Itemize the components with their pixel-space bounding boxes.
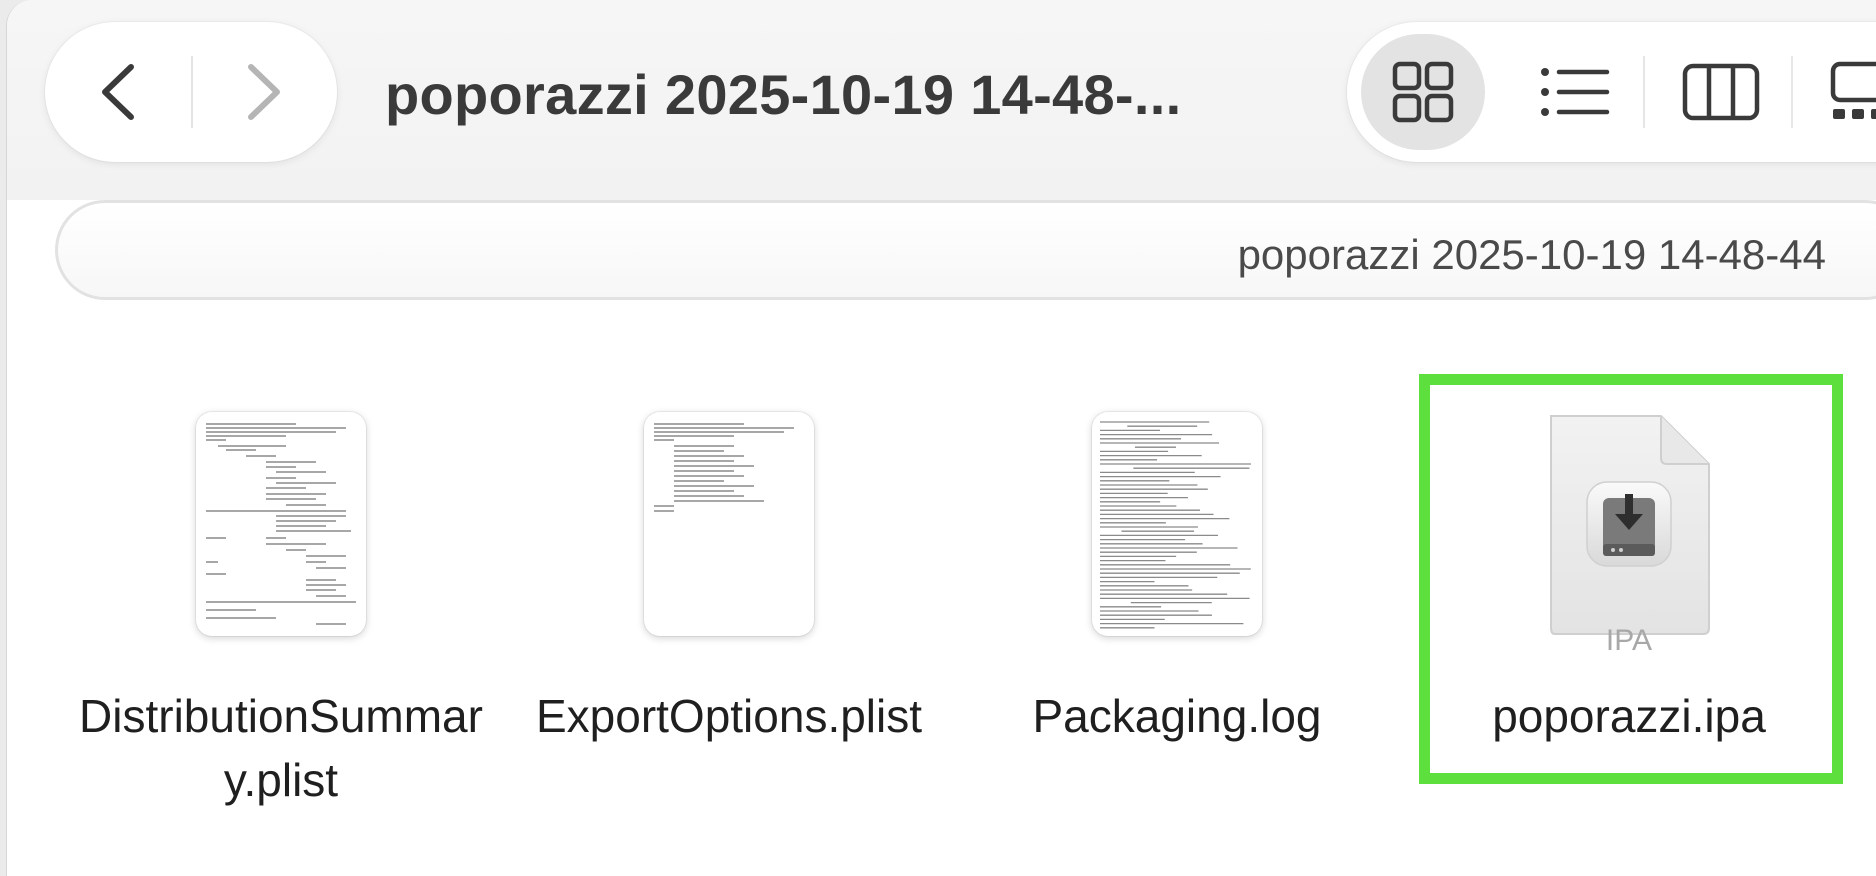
chevron-left-icon — [102, 64, 134, 120]
path-bar[interactable]: poporazzi 2025-10-19 14-48-44 — [55, 200, 1876, 300]
list-view-icon — [1541, 68, 1610, 116]
file-name: poporazzi.ipa — [1492, 690, 1766, 742]
gallery-view-icon — [1830, 61, 1876, 119]
file-name: DistributionSummary.plist — [79, 690, 483, 806]
finder-window: poporazzi 2025-10-19 14-48-... poporazzi… — [6, 0, 1876, 876]
log-document-icon — [1092, 412, 1262, 636]
path-bar-text: poporazzi 2025-10-19 14-48-44 — [1237, 231, 1826, 278]
file-item-packaging-log[interactable]: Packaging.log — [967, 380, 1387, 820]
view-mode-group — [1347, 22, 1876, 162]
ipa-package-icon: IPA — [1545, 412, 1713, 657]
column-view-button[interactable] — [1659, 34, 1783, 150]
file-name: ExportOptions.plist — [535, 690, 923, 742]
view-divider — [1643, 56, 1645, 128]
plist-document-icon — [644, 412, 814, 636]
navigation-group — [45, 22, 337, 162]
icon-view-button[interactable] — [1361, 34, 1485, 150]
plist-document-icon — [196, 412, 366, 636]
ipa-badge-label: IPA — [1605, 624, 1653, 657]
forward-button[interactable] — [191, 22, 337, 162]
window-title: poporazzi 2025-10-19 14-48-... — [385, 63, 1182, 126]
chevron-right-icon — [248, 64, 280, 120]
view-divider — [1791, 56, 1793, 128]
list-view-button[interactable] — [1513, 34, 1637, 150]
column-view-icon — [1682, 63, 1760, 121]
gallery-view-button[interactable] — [1807, 34, 1876, 150]
back-button[interactable] — [45, 22, 191, 162]
file-name: Packaging.log — [1032, 690, 1322, 742]
toolbar: poporazzi 2025-10-19 14-48-... — [7, 0, 1876, 200]
file-item-export-options[interactable]: ExportOptions.plist — [519, 380, 939, 820]
icon-view-icon — [1392, 61, 1454, 123]
file-item-distribution-summary[interactable]: DistributionSummary.plist — [71, 380, 491, 820]
file-item-poporazzi-ipa[interactable]: IPA poporazzi.ipa — [1419, 380, 1839, 820]
